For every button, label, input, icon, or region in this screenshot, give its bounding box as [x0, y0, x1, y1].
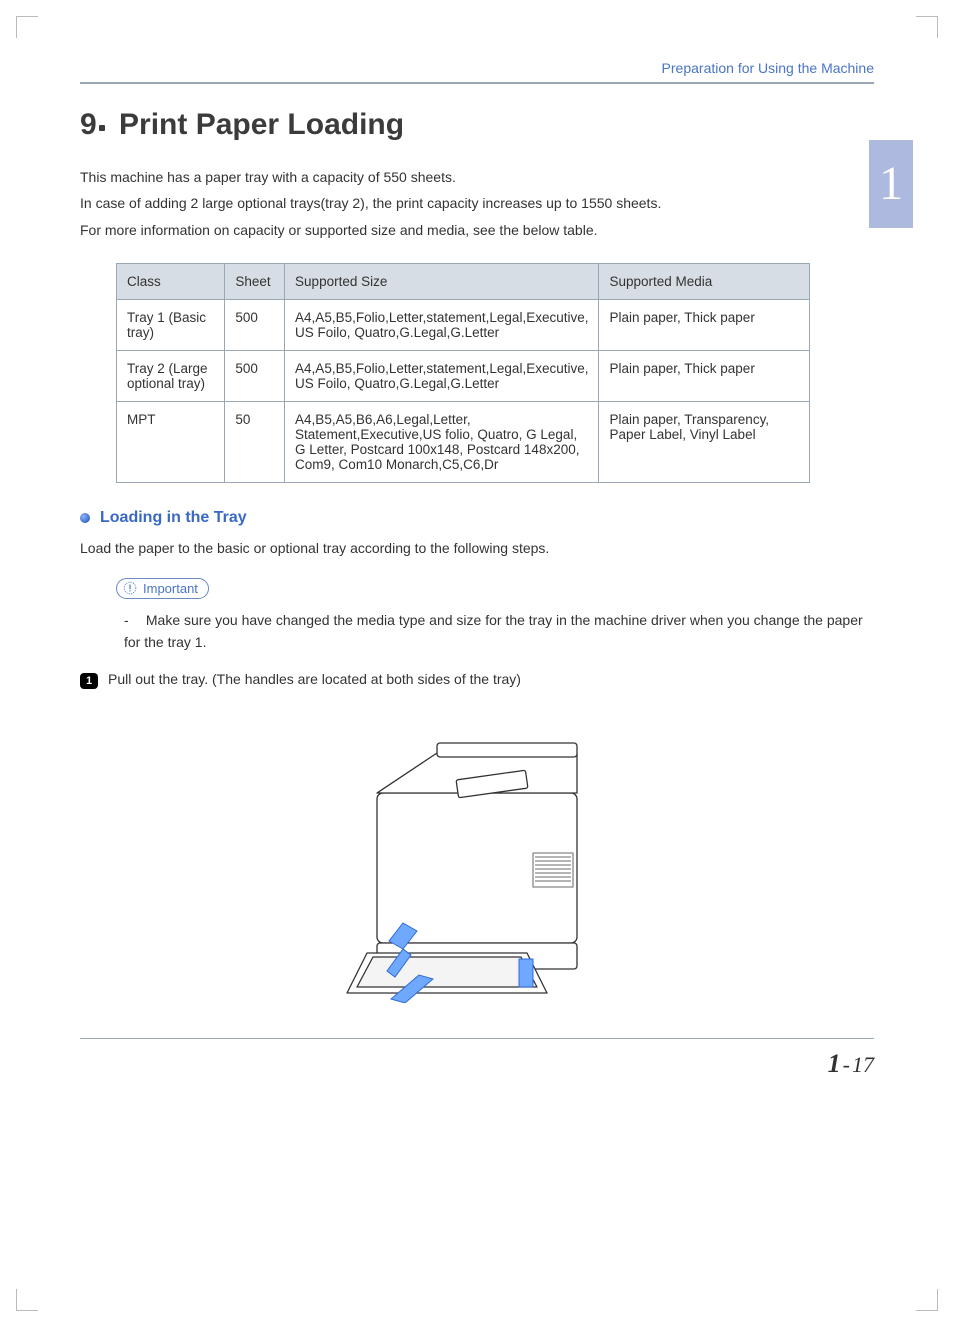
cell-media: Plain paper, Thick paper	[599, 351, 810, 402]
footer-chapter: 1	[828, 1049, 841, 1078]
important-list: - Make sure you have changed the media t…	[124, 610, 874, 653]
important-badge: Important	[116, 578, 209, 599]
section-title: 9 Print Paper Loading	[80, 108, 874, 142]
chapter-tab: 1	[869, 140, 913, 228]
cell-class: MPT	[117, 402, 225, 483]
th-media: Supported Media	[599, 264, 810, 300]
warning-icon	[123, 581, 137, 595]
intro-block: This machine has a paper tray with a cap…	[80, 166, 874, 241]
th-size: Supported Size	[285, 264, 599, 300]
th-sheet: Sheet	[225, 264, 285, 300]
step-number-badge: 1	[80, 673, 98, 689]
section-number: 9	[80, 108, 97, 141]
cell-sheet: 500	[225, 351, 285, 402]
cell-class: Tray 2 (Large optional tray)	[117, 351, 225, 402]
intro-line: This machine has a paper tray with a cap…	[80, 166, 874, 188]
bullet-icon	[80, 513, 90, 523]
table-row: MPT 50 A4,B5,A5,B6,A6,Legal,Letter, Stat…	[117, 402, 810, 483]
cell-size: A4,A5,B5,Folio,Letter,statement,Legal,Ex…	[285, 351, 599, 402]
list-dash: -	[124, 610, 142, 632]
important-label: Important	[143, 581, 198, 596]
th-class: Class	[117, 264, 225, 300]
header-breadcrumb: Preparation for Using the Machine	[80, 60, 874, 76]
subsection-heading: Loading in the Tray	[80, 509, 874, 527]
intro-line: In case of adding 2 large optional trays…	[80, 192, 874, 214]
cell-media: Plain paper, Thick paper	[599, 300, 810, 351]
cell-size: A4,B5,A5,B6,A6,Legal,Letter, Statement,E…	[285, 402, 599, 483]
crop-mark	[16, 16, 38, 38]
cell-media: Plain paper, Transparency, Paper Label, …	[599, 402, 810, 483]
step-row: 1 Pull out the tray. (The handles are lo…	[80, 671, 874, 689]
cell-sheet: 50	[225, 402, 285, 483]
intro-line: For more information on capacity or supp…	[80, 219, 874, 241]
cell-sheet: 500	[225, 300, 285, 351]
cell-size: A4,A5,B5,Folio,Letter,statement,Legal,Ex…	[285, 300, 599, 351]
footer-rule	[80, 1038, 874, 1039]
crop-mark	[16, 1289, 38, 1311]
important-item: Make sure you have changed the media typ…	[124, 612, 863, 650]
paper-tray-table: Class Sheet Supported Size Supported Med…	[116, 263, 810, 483]
cell-class: Tray 1 (Basic tray)	[117, 300, 225, 351]
step-text: Pull out the tray. (The handles are loca…	[108, 671, 521, 687]
table-row: Tray 1 (Basic tray) 500 A4,A5,B5,Folio,L…	[117, 300, 810, 351]
title-dot-icon	[99, 125, 105, 131]
page-number: 1-17	[80, 1049, 874, 1079]
crop-mark	[916, 1289, 938, 1311]
section-title-text: Print Paper Loading	[119, 108, 404, 141]
table-row: Tray 2 (Large optional tray) 500 A4,A5,B…	[117, 351, 810, 402]
crop-mark	[916, 16, 938, 38]
subsection-title: Loading in the Tray	[100, 509, 247, 527]
footer-page: 17	[852, 1052, 874, 1077]
header-rule	[80, 82, 874, 84]
printer-figure	[80, 703, 874, 1008]
subsection-intro: Load the paper to the basic or optional …	[80, 537, 874, 559]
printer-illustration-icon	[307, 703, 647, 1003]
